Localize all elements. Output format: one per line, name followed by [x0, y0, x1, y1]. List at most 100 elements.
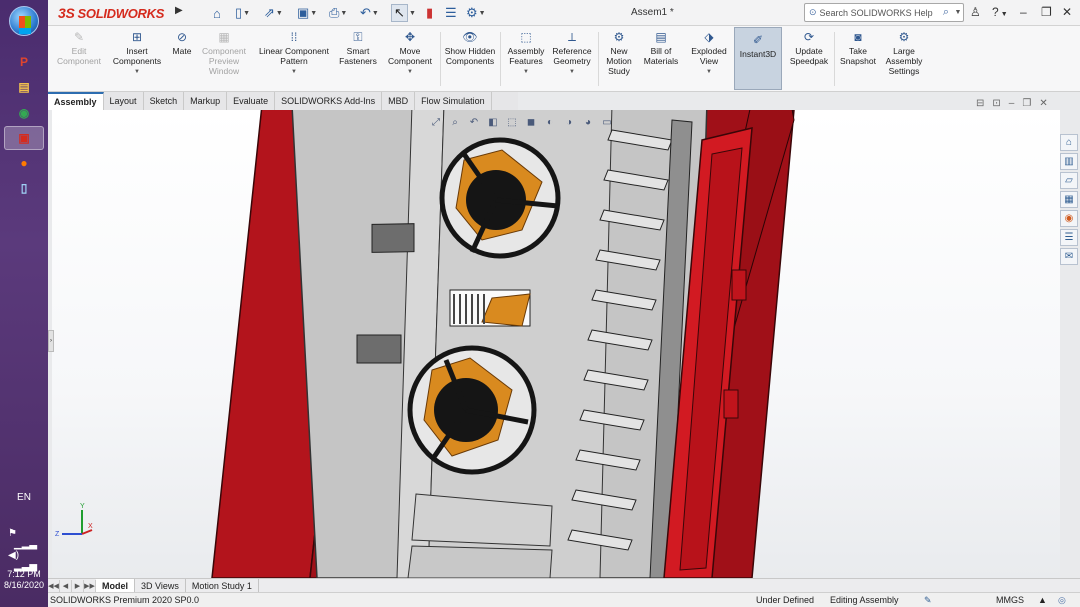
last-tab-icon[interactable]: ▶▶: [84, 579, 96, 592]
rebuild-button[interactable]: ▮: [426, 4, 433, 22]
design-library-icon[interactable]: ▥: [1060, 153, 1078, 170]
options-button[interactable]: ⚙ ▼: [466, 4, 486, 22]
help-button[interactable]: ? ▼: [992, 5, 1008, 19]
tab-evaluate[interactable]: Evaluate: [227, 92, 276, 110]
linear-pattern-button[interactable]: ⁞⁞ Linear Component Pattern ▼: [252, 29, 336, 89]
mount-bracket-lower[interactable]: [356, 334, 402, 364]
previous-view-icon[interactable]: ↶: [466, 115, 482, 130]
section-view-icon[interactable]: ◧: [485, 115, 501, 130]
show-hidden-button[interactable]: 👁 Show Hidden Components: [444, 29, 496, 89]
feature-tree-toggle[interactable]: ›: [48, 330, 54, 352]
bottom-board[interactable]: [407, 545, 553, 578]
system-tray[interactable]: ⚑ ▁▂▃ ◀) ▂▃▅: [8, 528, 48, 572]
zoom-area-icon[interactable]: ⌕: [447, 115, 463, 130]
fan-upper[interactable]: [439, 137, 561, 259]
prev-tab-icon[interactable]: ◀: [60, 579, 72, 592]
smart-fasteners-button[interactable]: ⚿ Smart Fasteners: [336, 29, 380, 89]
taskbar-app-p[interactable]: P: [4, 50, 44, 74]
print-button[interactable]: ⎙ ▼: [329, 4, 347, 22]
solidworks-logo[interactable]: 3S SOLIDWORKS: [58, 3, 174, 23]
unit-dropdown-icon[interactable]: ▲: [1038, 593, 1047, 607]
display-style-icon[interactable]: ◼: [523, 115, 539, 130]
file-properties-button[interactable]: ☰: [445, 4, 457, 22]
mate-button[interactable]: ⊘ Mate: [168, 29, 196, 89]
hint-icon[interactable]: ◎: [1058, 593, 1066, 607]
open-button[interactable]: ⇗ ▼: [264, 4, 283, 22]
home-button[interactable]: ⌂: [213, 4, 221, 22]
update-speedpak-button[interactable]: ⟳ Update Speedpak: [786, 29, 832, 89]
viewport-tile-icon[interactable]: ⊟: [976, 98, 984, 109]
restore-button[interactable]: ❐: [1041, 5, 1052, 19]
view-orientation-icon[interactable]: ⬚: [504, 115, 520, 130]
appearance-icon[interactable]: ◑: [561, 115, 577, 130]
scene-icon[interactable]: ◕: [580, 115, 596, 130]
new-document-button[interactable]: ▯ ▼: [235, 4, 250, 22]
menu-expand-arrow[interactable]: ▶: [175, 5, 185, 21]
undo-button[interactable]: ↶ ▼: [360, 4, 379, 22]
viewport-close-icon[interactable]: ✕: [1039, 98, 1047, 109]
tab-flow-simulation[interactable]: Flow Simulation: [415, 92, 492, 110]
edit-component-button[interactable]: ✎ Edit Component: [54, 29, 104, 89]
minimize-button[interactable]: –: [1020, 5, 1027, 19]
close-button[interactable]: ✕: [1062, 5, 1072, 19]
file-explorer-icon[interactable]: ▱: [1060, 172, 1078, 189]
forum-icon[interactable]: ✉: [1060, 248, 1078, 265]
component-preview-button[interactable]: ▦ Component Preview Window: [198, 29, 250, 89]
graphics-area[interactable]: [52, 110, 1060, 578]
next-tab-icon[interactable]: ▶: [72, 579, 84, 592]
select-button[interactable]: ↖: [391, 4, 408, 22]
start-button[interactable]: [9, 6, 39, 36]
tab-model[interactable]: Model: [96, 578, 135, 593]
select-dropdown[interactable]: ▼: [408, 4, 416, 22]
tab-layout[interactable]: Layout: [104, 92, 144, 110]
taskbar-app-firefox[interactable]: ●: [4, 151, 44, 175]
resources-icon[interactable]: ⌂: [1060, 134, 1078, 151]
tab-3d-views[interactable]: 3D Views: [135, 578, 186, 593]
magnifier-icon[interactable]: ⌕: [939, 6, 953, 19]
unit-system[interactable]: MMGS: [996, 593, 1024, 607]
user-button[interactable]: ♙: [970, 5, 981, 19]
mount-bracket-upper[interactable]: [371, 223, 415, 253]
custom-properties-icon[interactable]: ☰: [1060, 229, 1078, 246]
viewport-minimize-icon[interactable]: –: [1009, 98, 1015, 109]
instant3d-button[interactable]: ✐ Instant3D: [734, 27, 782, 90]
save-button[interactable]: ▣ ▼: [297, 4, 317, 22]
tab-sketch[interactable]: Sketch: [144, 92, 185, 110]
language-indicator[interactable]: EN: [0, 492, 48, 503]
flag-icon[interactable]: ⚑: [8, 528, 17, 539]
taskbar-app-chrome[interactable]: ◉: [4, 101, 44, 125]
large-assembly-button[interactable]: ⚙ Large Assembly Settings: [882, 29, 926, 89]
taskbar-app-folder[interactable]: ▤: [4, 75, 44, 99]
taskbar-app-notepad[interactable]: ▯: [4, 176, 44, 200]
chevron-down-icon[interactable]: ▼: [953, 9, 963, 16]
network-icon[interactable]: ▁▂▃: [14, 539, 37, 550]
assembly-model[interactable]: [52, 110, 1060, 578]
tab-addins[interactable]: SOLIDWORKS Add-Ins: [275, 92, 383, 110]
move-component-button[interactable]: ✥ Move Component ▼: [384, 29, 436, 89]
tab-mbd[interactable]: MBD: [382, 92, 416, 110]
rebuild-status-icon[interactable]: ✎: [924, 593, 932, 607]
viewport-restore-icon[interactable]: ❐: [1022, 98, 1031, 109]
search-input[interactable]: Search SOLIDWORKS Help: [820, 8, 939, 18]
taskbar-app-solidworks[interactable]: ▣: [4, 126, 44, 150]
first-tab-icon[interactable]: ◀◀: [48, 579, 60, 592]
exploded-view-button[interactable]: ⬗ Exploded View ▼: [686, 29, 732, 89]
tab-motion-study[interactable]: Motion Study 1: [186, 578, 259, 593]
insert-components-button[interactable]: ⊞ Insert Components ▼: [108, 29, 166, 89]
reference-geometry-button[interactable]: ⟂ Reference Geometry ▼: [550, 29, 594, 89]
viewport-pin-icon[interactable]: ⊡: [992, 98, 1000, 109]
view-settings-icon[interactable]: ▭: [599, 115, 615, 130]
hide-show-icon[interactable]: ◐: [542, 115, 558, 130]
clock[interactable]: 7:12 PM 8/16/2020: [0, 569, 48, 591]
zoom-to-fit-icon[interactable]: ⤢: [428, 115, 444, 130]
tab-assembly[interactable]: Assembly: [48, 92, 104, 110]
search-box[interactable]: ⊙ Search SOLIDWORKS Help ⌕ ▼: [804, 3, 964, 22]
appearances-icon[interactable]: ◉: [1060, 210, 1078, 227]
bill-of-materials-button[interactable]: ▤ Bill of Materials: [640, 29, 682, 89]
new-motion-study-button[interactable]: ⚙ New Motion Study: [600, 29, 638, 89]
volume-icon[interactable]: ◀): [8, 550, 19, 561]
fan-lower[interactable]: [407, 345, 537, 475]
assembly-features-button[interactable]: ⬚ Assembly Features ▼: [504, 29, 548, 89]
take-snapshot-button[interactable]: ◙ Take Snapshot: [836, 29, 880, 89]
tab-markup[interactable]: Markup: [184, 92, 228, 110]
